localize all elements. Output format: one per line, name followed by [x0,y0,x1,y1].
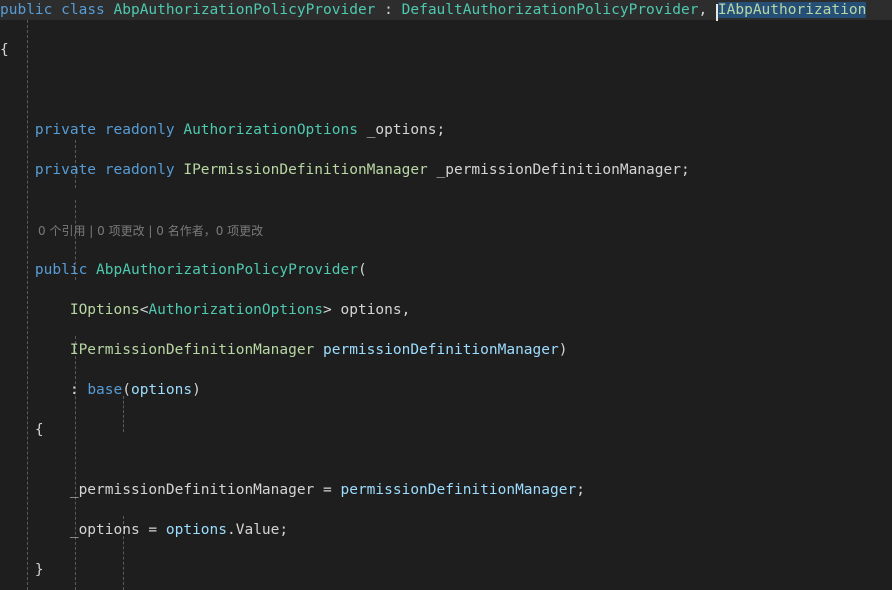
value-options: options [165,522,227,538]
arg-options: options [130,382,193,398]
code-line-blank-2[interactable] [0,200,892,220]
type-ipermission-definition-manager: IPermissionDefinitionManager [69,342,315,358]
code-line-ctor-open-brace[interactable]: { [0,420,892,440]
codelens-text[interactable]: 0 个引用 | 0 项更改 | 0 名作者，0 项更改 [38,224,263,238]
keyword-class: class [61,2,105,18]
field-name-options: _options [366,122,437,138]
keyword-base: base [87,382,123,398]
code-line-assign-options[interactable]: _options = options.Value; [0,520,892,540]
keyword-readonly: readonly [104,122,175,138]
keyword-public: public [34,262,88,278]
selected-interface-name[interactable]: IAbpAuthorization [717,2,867,18]
code-line-ctor-base-call[interactable]: : base(options) [0,380,892,400]
code-editor[interactable]: public class AbpAuthorizationPolicyProvi… [0,0,892,590]
type-authorization-options: AuthorizationOptions [183,122,358,138]
code-line-assign-permission-manager[interactable]: _permissionDefinitionManager = permissio… [0,480,892,500]
param-permission-manager: permissionDefinitionManager [323,342,559,358]
code-line-class-declaration[interactable]: public class AbpAuthorizationPolicyProvi… [0,0,892,21]
codelens-constructor[interactable]: 0 个引用 | 0 项更改 | 0 名作者，0 项更改 [0,221,892,241]
keyword-readonly: readonly [104,162,175,178]
code-line-ctor-param-options[interactable]: IOptions<AuthorizationOptions> options, [0,300,892,320]
type-ioptions: IOptions [69,302,140,318]
code-line-ctor-signature[interactable]: public AbpAuthorizationPolicyProvider( [0,260,892,280]
generic-authorization-options: AuthorizationOptions [148,302,324,318]
code-line-ctor-close-brace[interactable]: } [0,560,892,580]
keyword-private: private [34,162,97,178]
code-line-blank-3[interactable] [0,460,892,480]
code-line-class-open-brace[interactable]: { [0,40,892,60]
class-name: AbpAuthorizationPolicyProvider [113,2,376,18]
code-line-ctor-param-permission-manager[interactable]: IPermissionDefinitionManager permissionD… [0,340,892,360]
base-class-name: DefaultAuthorizationPolicyProvider [401,2,699,18]
field-name-permission-manager: _permissionDefinitionManager [436,162,681,178]
param-options: options [340,302,402,318]
keyword-public: public [0,2,53,18]
code-line-field-permission-manager[interactable]: private readonly IPermissionDefinitionMa… [0,160,892,180]
field-name-options: _options [69,522,140,538]
field-name-permission-manager: _permissionDefinitionManager [69,482,315,498]
keyword-private: private [34,122,97,138]
code-line-field-options[interactable]: private readonly AuthorizationOptions _o… [0,120,892,140]
code-line-blank-1[interactable] [0,80,892,100]
property-value: Value [235,522,280,538]
ctor-name: AbpAuthorizationPolicyProvider [96,262,358,278]
type-ipermission-definition-manager: IPermissionDefinitionManager [183,162,428,178]
value-permission-manager: permissionDefinitionManager [340,482,577,498]
